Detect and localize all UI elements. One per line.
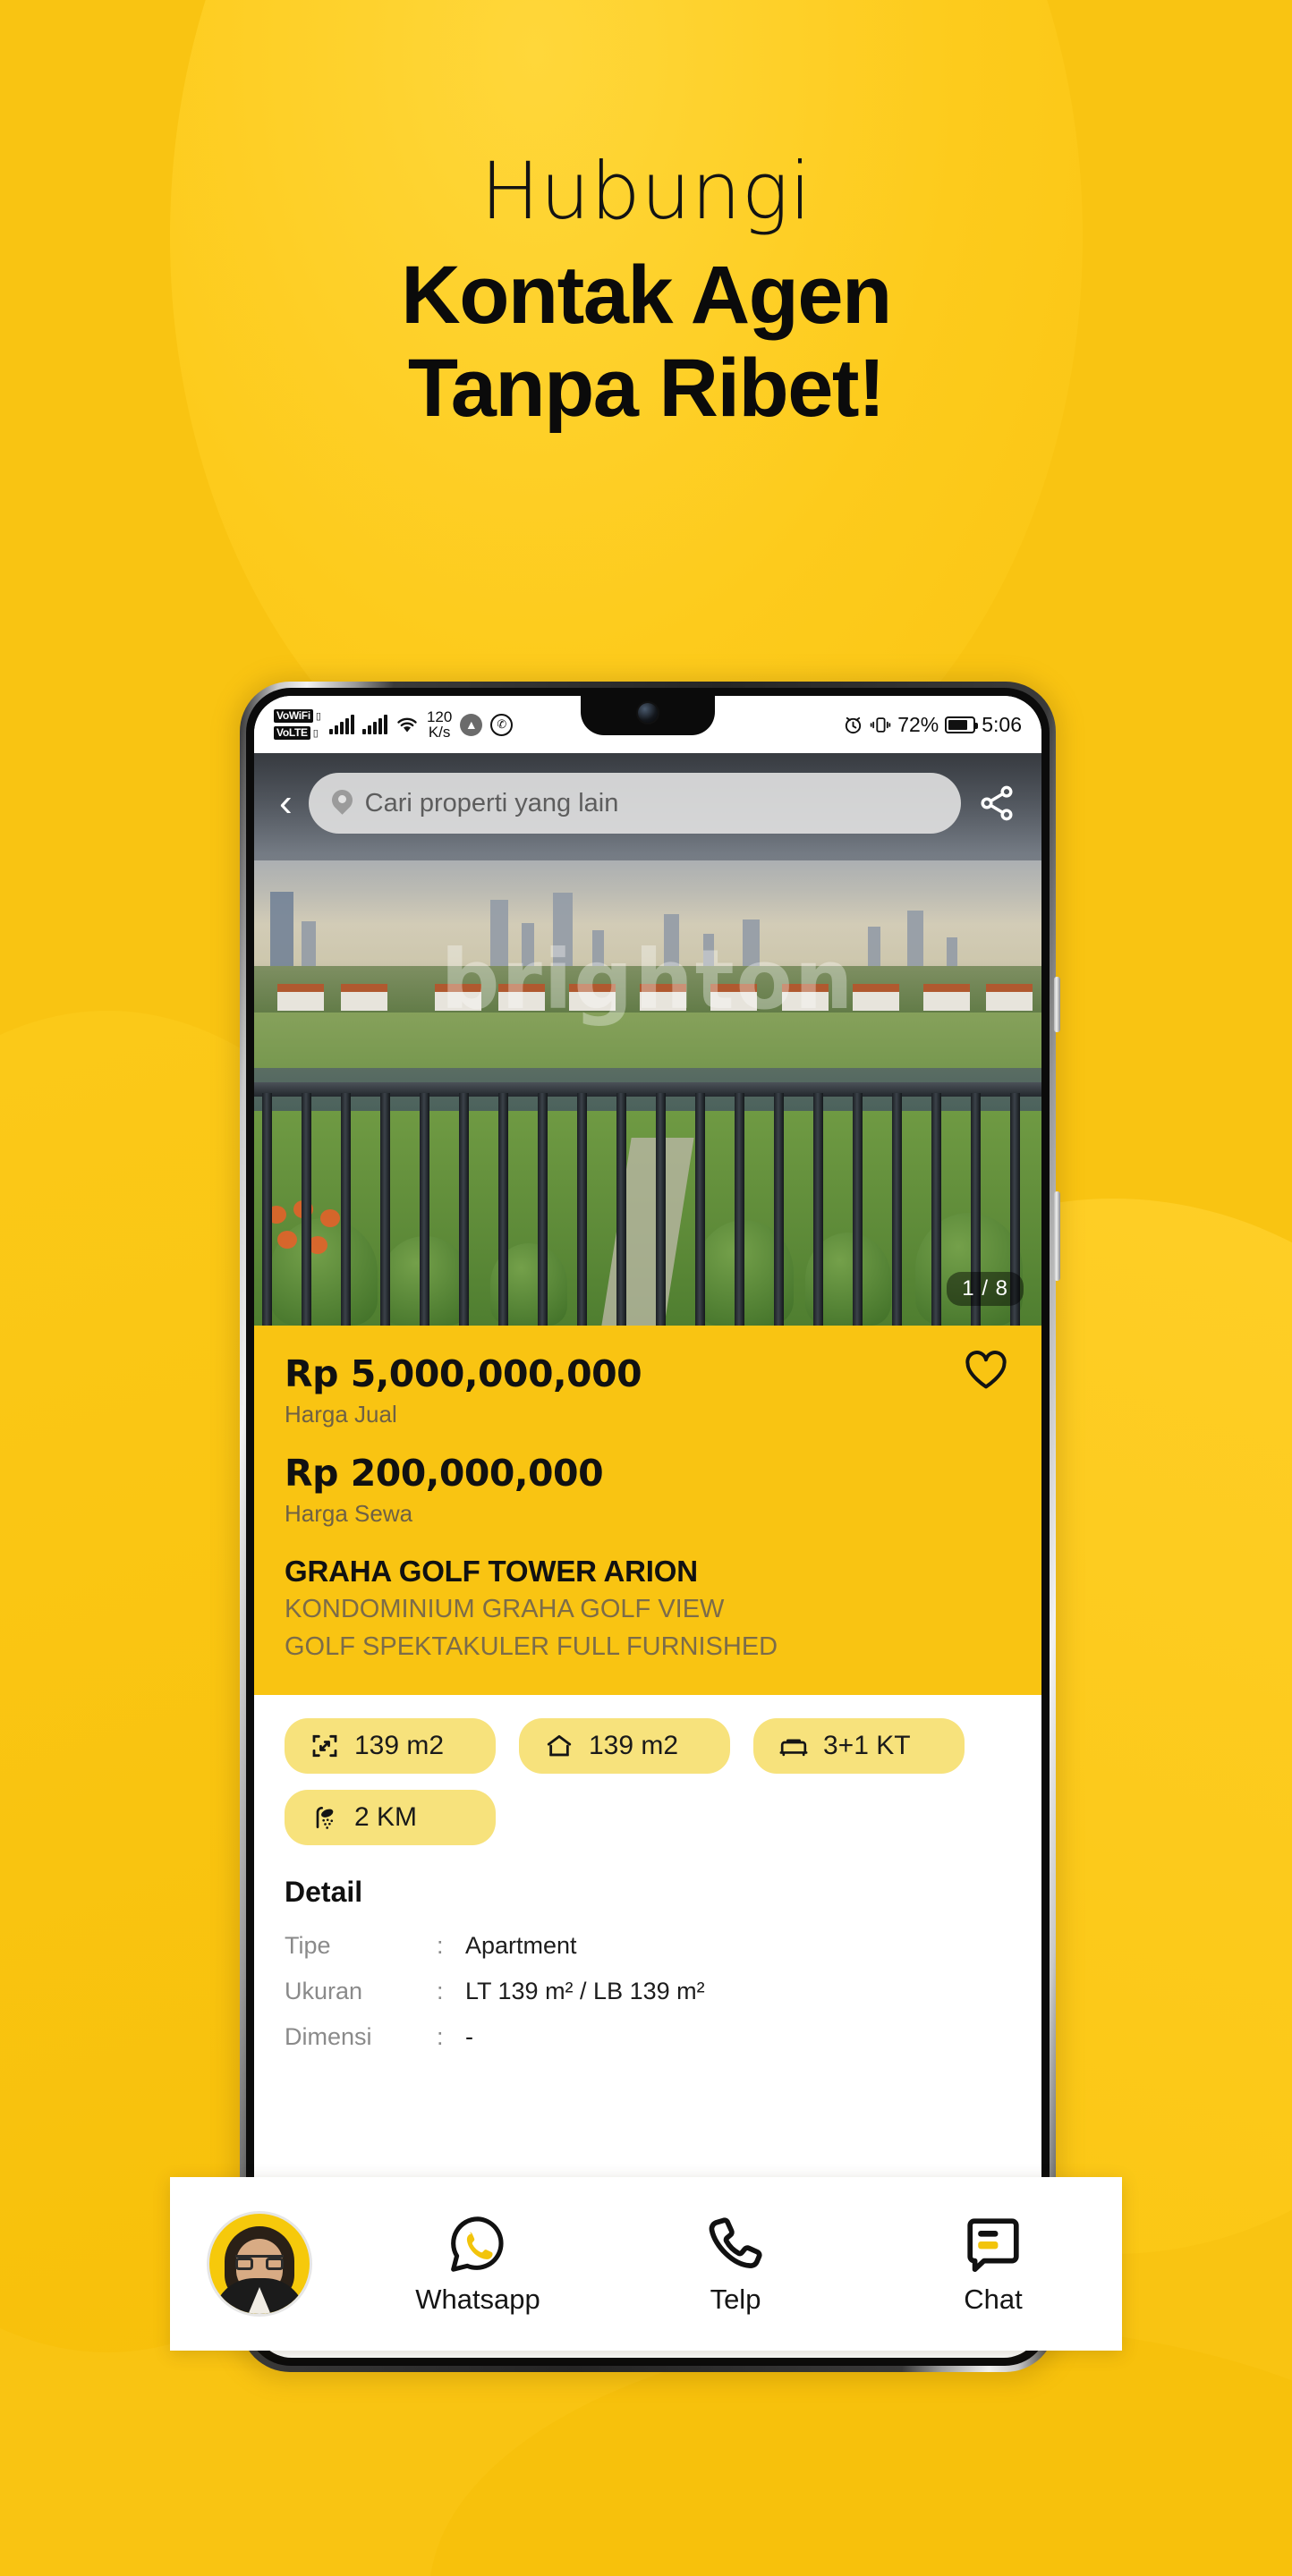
land-area-icon — [310, 1732, 340, 1760]
favorite-button[interactable] — [963, 1349, 1009, 1392]
promo-headline: Hubungi Kontak Agen Tanpa Ribet! — [0, 150, 1292, 436]
detail-separator: : — [437, 1931, 444, 1959]
detail-key: Dimensi — [285, 2023, 372, 2051]
vibrate-icon — [870, 716, 891, 733]
rent-price-label: Harga Sewa — [285, 1500, 413, 1527]
chip-label: 139 m2 — [589, 1730, 679, 1760]
balcony-railing — [254, 1082, 1041, 1326]
shower-icon — [310, 1803, 340, 1832]
phone-power-button — [1054, 1191, 1060, 1281]
railing-top-bar — [254, 1082, 1041, 1097]
volte-badge: VoLTE ▯ — [274, 726, 321, 741]
network-speed: 120 K/s — [427, 709, 452, 740]
battery-icon — [945, 716, 979, 733]
volte-badges: VoWiFi ▯ VoLTE ▯ — [274, 708, 321, 741]
whatsapp-icon — [451, 2216, 504, 2272]
price-spacer — [285, 1428, 1011, 1452]
phone-volume-button — [1054, 977, 1060, 1032]
volte-label: VoLTE — [274, 726, 310, 741]
contact-action-chat[interactable]: Chat — [864, 2212, 1122, 2316]
headline-line-thin: Hubungi — [480, 145, 812, 237]
table-row: Tipe : Apartment — [285, 1923, 1011, 1969]
chip-label: 2 KM — [354, 1801, 418, 1832]
detail-value: - — [465, 2023, 473, 2051]
listing-body: 139 m2 139 m2 3+1 KT 2 KM Detail Tipe: … — [254, 1694, 1041, 2061]
feature-chips: 139 m2 139 m2 3+1 KT 2 KM — [285, 1717, 1011, 1845]
detail-value: LT 139 m² / LB 139 m² — [465, 1977, 705, 2004]
chat-bubble-icon — [967, 2218, 1019, 2273]
rent-price: Rp 200,000,000 — [285, 1452, 604, 1495]
phone-bezel: VoWiFi ▯ VoLTE ▯ 120 K/s ▲ ✆ 72% 5:06 br… — [246, 688, 1050, 2366]
headline-line-bold-1: Kontak Agen — [401, 249, 892, 341]
vowifi-badge: VoWiFi ▯ — [274, 708, 321, 723]
chip-land-area[interactable]: 139 m2 — [285, 1717, 496, 1774]
camera-notch — [581, 696, 715, 735]
chip-building-area[interactable]: 139 m2 — [519, 1717, 730, 1774]
whatsapp-notification-icon: ✆ — [490, 713, 514, 736]
status-bar-left: VoWiFi ▯ VoLTE ▯ 120 K/s ▲ ✆ — [274, 708, 514, 741]
detail-separator: : — [437, 2023, 444, 2051]
chip-bedrooms[interactable]: 3+1 KT — [753, 1717, 965, 1774]
property-subtitle-1: KONDOMINIUM GRAHA GOLF VIEW — [285, 1595, 725, 1623]
status-bar-right: 72% 5:06 — [843, 713, 1022, 737]
sim-dot-icon: ▯ — [315, 710, 321, 722]
sale-price: Rp 5,000,000,000 — [285, 1352, 642, 1395]
alarm-icon — [846, 716, 862, 733]
share-button[interactable] — [977, 784, 1016, 823]
chip-label: 139 m2 — [354, 1730, 445, 1760]
detail-heading: Detail — [285, 1875, 363, 1908]
network-speed-unit: K/s — [428, 724, 451, 741]
contact-action-label: Telp — [710, 2284, 761, 2315]
headline-bold-block: Kontak Agen Tanpa Ribet! — [0, 249, 1292, 436]
phone-call-icon — [709, 2217, 762, 2268]
heart-outline-icon — [965, 1351, 1007, 1389]
table-row: Ukuran : LT 139 m² / LB 139 m² — [285, 1969, 1011, 2014]
property-subtitle-2: GOLF SPEKTAKULER FULL FURNISHED — [285, 1632, 778, 1662]
contact-action-label: Chat — [964, 2284, 1023, 2315]
detail-value: Apartment — [465, 1931, 577, 1959]
contact-action-whatsapp[interactable]: Whatsapp — [349, 2212, 607, 2316]
signal-bars-icon-2 — [361, 715, 387, 734]
detail-separator: : — [437, 1977, 444, 2004]
chip-bathrooms[interactable]: 2 KM — [285, 1789, 496, 1845]
location-pin-icon — [332, 790, 353, 817]
gallery-counter: 1 / 8 — [947, 1272, 1024, 1306]
share-icon — [981, 785, 1013, 821]
agent-avatar — [207, 2211, 312, 2317]
search-placeholder: Cari properti yang lain — [364, 788, 619, 818]
contact-action-label: Whatsapp — [415, 2284, 540, 2315]
contact-action-call[interactable]: Telp — [607, 2212, 864, 2316]
network-speed-value: 120 — [426, 708, 453, 725]
phone-mockup: VoWiFi ▯ VoLTE ▯ 120 K/s ▲ ✆ 72% 5:06 br… — [233, 676, 1063, 2381]
photo-watermark: brighton — [440, 932, 855, 1028]
app-notification-icon: ▲ — [460, 713, 483, 736]
detail-key: Tipe — [285, 1931, 331, 1959]
wifi-icon — [397, 717, 417, 733]
bed-icon — [778, 1732, 809, 1760]
agent-avatar-cell[interactable] — [170, 2211, 349, 2317]
sale-price-label: Harga Jual — [285, 1401, 397, 1428]
battery-percent: 72% — [897, 712, 939, 736]
chip-label: 3+1 KT — [823, 1730, 911, 1760]
headline-line-bold-2: Tanpa Ribet! — [407, 343, 886, 435]
price-panel: Rp 5,000,000,000 Harga Jual Rp 200,000,0… — [254, 1326, 1041, 1695]
property-title: GRAHA GOLF TOWER ARION — [285, 1555, 698, 1588]
status-bar: VoWiFi ▯ VoLTE ▯ 120 K/s ▲ ✆ 72% 5:06 — [254, 696, 1041, 753]
avatar-glasses — [235, 2255, 284, 2270]
signal-bars-icon-1 — [328, 715, 354, 734]
status-clock: 5:06 — [982, 712, 1022, 736]
back-button[interactable]: ‹ — [279, 784, 293, 823]
app-top-bar: ‹ Cari properti yang lain — [254, 753, 1041, 853]
property-photo[interactable]: brighton 1 / 8 ‹ Cari properti yang lain — [254, 753, 1041, 1326]
search-bar[interactable]: Cari properti yang lain — [308, 773, 961, 834]
phone-screen: VoWiFi ▯ VoLTE ▯ 120 K/s ▲ ✆ 72% 5:06 br… — [254, 696, 1041, 2358]
detail-key: Ukuran — [285, 1977, 363, 2004]
sim-dot-icon-2: ▯ — [312, 728, 319, 740]
table-row: Dimensi : - — [285, 2014, 1011, 2060]
building-area-icon — [544, 1732, 574, 1760]
vowifi-label: VoWiFi — [274, 708, 313, 723]
agent-contact-bar: Whatsapp Telp Chat — [170, 2177, 1122, 2351]
